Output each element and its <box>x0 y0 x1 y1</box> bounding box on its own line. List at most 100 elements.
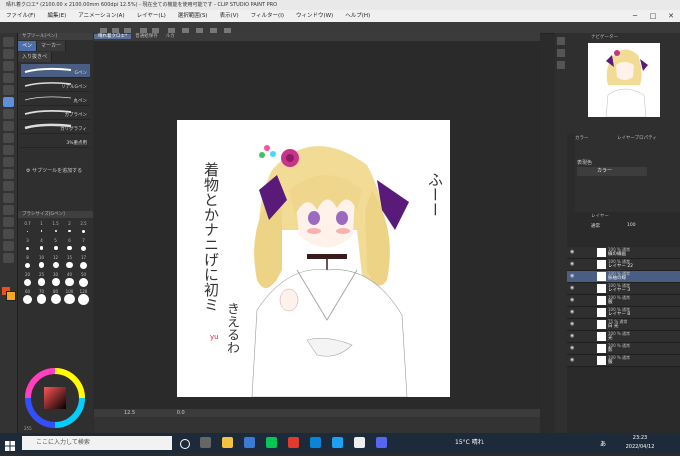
layer-row[interactable]: ◉ 100 % 通常 レイヤー 22 <box>567 259 680 271</box>
layer-row[interactable]: ◉ 75 % 通常白 光 <box>567 319 680 331</box>
eye-icon[interactable]: ◉ <box>570 345 574 351</box>
navigator-dock-icon[interactable] <box>557 37 565 45</box>
airbrush-tool-icon[interactable] <box>3 133 14 143</box>
blend-mode-select[interactable]: 通常 <box>591 223 600 229</box>
twitter-icon[interactable] <box>332 437 343 448</box>
brush-size-option[interactable]: 80 <box>49 289 62 304</box>
maximize-icon[interactable]: □ <box>644 10 662 22</box>
color-wheel[interactable] <box>18 362 93 433</box>
brush-size-option[interactable]: 20 <box>21 272 34 286</box>
line-icon[interactable] <box>266 437 277 448</box>
brush-size-option[interactable]: 3 <box>21 238 34 251</box>
brush-size-option[interactable]: 2 <box>63 221 76 234</box>
brush-size-option[interactable]: 25 <box>35 272 48 286</box>
brush-size-option[interactable]: 17 <box>77 255 90 269</box>
text-tool-icon[interactable] <box>3 229 14 239</box>
gradient-tool-icon[interactable] <box>3 181 14 191</box>
eye-icon[interactable]: ◉ <box>570 333 574 339</box>
brush-item-maru-pen[interactable]: 丸ペン <box>21 92 90 106</box>
brush-size-option[interactable]: 6 <box>63 238 76 251</box>
brush-size-option[interactable]: 30 <box>49 272 62 286</box>
info-dock-icon[interactable] <box>557 61 565 69</box>
discord-icon[interactable] <box>376 437 387 448</box>
tab-layer-property[interactable]: レイヤープロパティ <box>617 135 657 141</box>
ruler-tool-icon[interactable] <box>3 217 14 227</box>
subview-dock-icon[interactable] <box>557 49 565 57</box>
fill-tool-icon[interactable] <box>3 169 14 179</box>
eye-icon[interactable]: ◉ <box>570 261 574 267</box>
layer-row[interactable]: ◉ 100 % 通常服 <box>567 355 680 367</box>
taskbar-search[interactable]: ここに入力して検索 <box>22 436 172 450</box>
opacity-value[interactable]: 100 <box>627 223 636 228</box>
balloon-tool-icon[interactable] <box>3 241 14 251</box>
sub-color-swatch[interactable] <box>6 291 16 301</box>
system-clock[interactable]: 23:23 2022/04/12 <box>618 434 662 452</box>
correct-line-tool-icon[interactable] <box>3 253 14 263</box>
file-explorer-icon[interactable] <box>222 437 233 448</box>
layer-row[interactable]: ◉ 100 % 通常 レイヤー 3 <box>567 283 680 295</box>
pen-tool-icon[interactable] <box>3 97 14 107</box>
menu-file[interactable]: ファイル(F) <box>6 13 35 19</box>
menu-help[interactable]: ヘルプ(H) <box>345 13 370 19</box>
menu-window[interactable]: ウィンドウ(W) <box>296 13 333 19</box>
brush-size-option[interactable]: 120 <box>77 289 90 305</box>
ime-indicator[interactable]: あ <box>600 439 606 448</box>
eye-icon[interactable]: ◉ <box>570 357 574 363</box>
doc-tab-3[interactable]: ルカ <box>162 34 179 39</box>
brush-size-option[interactable]: 5 <box>49 238 62 251</box>
brush-size-option[interactable]: 40 <box>63 272 76 287</box>
menu-selection[interactable]: 選択範囲(S) <box>178 13 208 19</box>
figure-tool-icon[interactable] <box>3 193 14 203</box>
brush-item-custom[interactable]: 3%重点用 <box>21 134 90 148</box>
expression-color-select[interactable]: カラー <box>577 167 647 176</box>
eye-icon[interactable]: ◉ <box>570 309 574 315</box>
eyedropper-tool-icon[interactable] <box>3 85 14 95</box>
move-tool-icon[interactable] <box>3 49 14 59</box>
pencil-tool-icon[interactable] <box>3 109 14 119</box>
brush-size-option[interactable]: 1 <box>35 221 48 234</box>
layer-row[interactable]: ◉ 100 % 通常 振袖の線 <box>567 271 680 283</box>
layer-row[interactable]: ◉ 100 % 通常 レイヤー 8 <box>567 307 680 319</box>
zoom-tool-icon[interactable] <box>3 37 14 47</box>
windows-start-icon[interactable] <box>4 437 16 451</box>
brush-size-option[interactable]: 70 <box>35 289 48 304</box>
brush-item-real-g-pen[interactable]: リアルGペン <box>21 78 90 92</box>
tab-group[interactable]: 入り抜きペ <box>18 52 53 62</box>
zoom-value[interactable]: 12.5 <box>124 410 135 416</box>
layer-row[interactable]: ◉ 100 % 通常 線の線画 <box>567 247 680 259</box>
eraser-tool-icon[interactable] <box>3 145 14 155</box>
brush-size-option[interactable]: 50 <box>77 272 90 287</box>
navigator-thumbnail[interactable] <box>588 43 660 117</box>
eye-icon[interactable]: ◉ <box>570 273 574 279</box>
task-view-icon[interactable] <box>200 437 211 448</box>
close-icon[interactable]: ✕ <box>662 10 680 22</box>
blend-tool-icon[interactable] <box>3 157 14 167</box>
select-tool-icon[interactable] <box>3 61 14 71</box>
brush-size-option[interactable]: 100 <box>63 289 76 305</box>
layer-row[interactable]: ◉ 100 % 通常影 <box>567 343 680 355</box>
brush-size-option[interactable]: 8 <box>21 255 34 268</box>
brush-size-option[interactable]: 0.7 <box>21 221 34 234</box>
clip-studio-icon[interactable] <box>354 437 365 448</box>
eye-icon[interactable]: ◉ <box>570 321 574 327</box>
lasso-tool-icon[interactable] <box>3 73 14 83</box>
brush-size-option[interactable]: 4 <box>35 238 48 251</box>
weather-widget[interactable]: 15°C 晴れ <box>455 437 484 446</box>
brush-item-calligraphy[interactable]: カリグラフィ <box>21 120 90 134</box>
menu-animation[interactable]: アニメーション(A) <box>78 13 124 19</box>
tab-marker[interactable]: マーカー <box>37 41 67 51</box>
frame-tool-icon[interactable] <box>3 205 14 215</box>
brush-size-option[interactable]: 1.5 <box>49 221 62 234</box>
brush-size-option[interactable]: 12 <box>49 255 62 268</box>
brush-size-option[interactable]: 60 <box>21 289 34 304</box>
brush-size-option[interactable]: 7 <box>77 238 90 251</box>
eye-icon[interactable]: ◉ <box>570 285 574 291</box>
eye-icon[interactable]: ◉ <box>570 297 574 303</box>
brush-size-option[interactable]: 10 <box>35 255 48 268</box>
drawing-canvas[interactable]: 着物とかナニげに初ミ きえるわ ふーー yu <box>177 120 450 397</box>
add-subtool-button[interactable]: ⚙ サブツールを追加する <box>26 167 82 174</box>
menu-filter[interactable]: フィルター(I) <box>251 13 284 19</box>
menu-layer[interactable]: レイヤー(L) <box>137 13 166 19</box>
brush-size-option[interactable]: 2.5 <box>77 221 90 234</box>
brush-size-option[interactable]: 15 <box>63 255 76 269</box>
